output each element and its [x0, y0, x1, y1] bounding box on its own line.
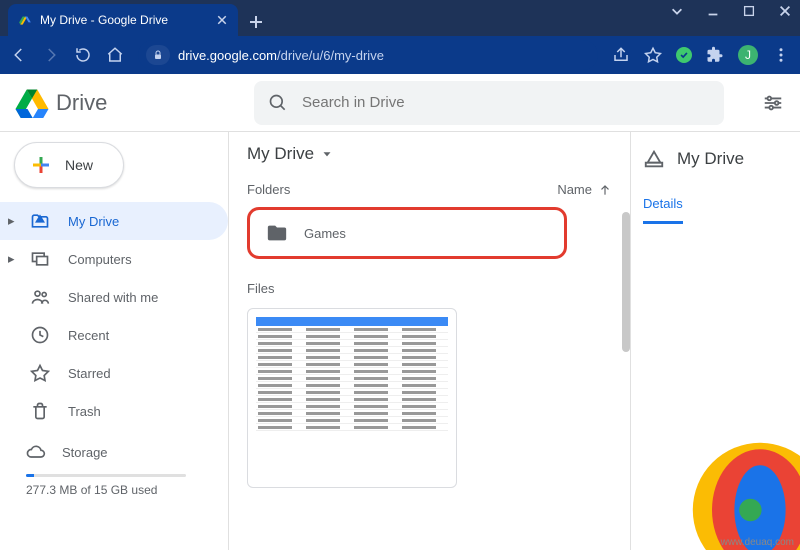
folder-name: Games — [304, 226, 346, 241]
home-icon[interactable] — [106, 46, 124, 64]
my-drive-icon — [30, 211, 50, 231]
new-tab-button[interactable] — [248, 14, 264, 30]
sidebar-item-label: Trash — [68, 404, 101, 419]
drive-header: Drive — [0, 74, 800, 132]
sidebar-item-label: My Drive — [68, 214, 119, 229]
browser-chrome: My Drive - Google Drive drive.google.com… — [0, 0, 800, 74]
details-panel: My Drive Details — [630, 132, 800, 550]
details-title: My Drive — [677, 149, 744, 169]
lock-icon[interactable] — [146, 45, 170, 65]
share-icon[interactable] — [612, 46, 630, 64]
sidebar: New ▸ My Drive ▸ Computers Shared with m… — [0, 132, 228, 550]
watermark: www.deuaq.com — [721, 537, 794, 548]
arrow-up-icon — [598, 183, 612, 197]
maximize-icon[interactable] — [742, 4, 756, 18]
computers-icon — [30, 249, 50, 269]
kebab-menu-icon[interactable] — [772, 46, 790, 64]
sidebar-item-label: Computers — [68, 252, 132, 267]
sidebar-item-computers[interactable]: ▸ Computers — [0, 240, 228, 278]
caret-right-icon: ▸ — [8, 213, 20, 229]
settings-sliders-icon[interactable] — [762, 92, 784, 114]
minimize-icon[interactable] — [706, 4, 720, 18]
new-button-label: New — [65, 157, 93, 173]
new-button[interactable]: New — [14, 142, 124, 188]
window-controls — [670, 4, 792, 18]
search-icon — [268, 93, 288, 113]
drive-favicon-icon — [18, 13, 32, 27]
folders-heading: Folders — [247, 182, 290, 197]
tab-strip: My Drive - Google Drive — [0, 0, 800, 36]
tab-details[interactable]: Details — [643, 196, 683, 224]
address-bar-row: drive.google.com/drive/u/6/my-drive J — [0, 36, 800, 74]
folder-item-games[interactable]: Games — [247, 207, 567, 259]
sidebar-item-label: Starred — [68, 366, 111, 381]
sort-button[interactable]: Name — [557, 182, 612, 197]
forward-icon[interactable] — [42, 46, 60, 64]
back-icon[interactable] — [10, 46, 28, 64]
star-icon — [30, 363, 50, 383]
storage-bar — [26, 474, 186, 477]
sidebar-item-starred[interactable]: Starred — [0, 354, 228, 392]
browser-tab[interactable]: My Drive - Google Drive — [8, 4, 238, 36]
trash-icon — [30, 401, 50, 421]
sidebar-item-recent[interactable]: Recent — [0, 316, 228, 354]
close-icon[interactable] — [778, 4, 792, 18]
reload-icon[interactable] — [74, 46, 92, 64]
cloud-icon — [26, 442, 46, 462]
caret-right-icon: ▸ — [8, 251, 20, 267]
people-icon — [30, 287, 50, 307]
scrollbar-thumb[interactable] — [622, 212, 630, 352]
breadcrumb[interactable]: My Drive — [247, 144, 612, 164]
main-content: My Drive Folders Name Games Files — [229, 132, 630, 550]
plus-icon — [29, 153, 53, 177]
storage-section[interactable]: Storage 277.3 MB of 15 GB used — [0, 442, 228, 497]
clock-icon — [30, 325, 50, 345]
url-text: drive.google.com/drive/u/6/my-drive — [178, 48, 384, 63]
sidebar-item-my-drive[interactable]: ▸ My Drive — [0, 202, 228, 240]
storage-label: Storage — [62, 445, 108, 460]
spreadsheet-preview — [256, 317, 448, 431]
storage-used: 277.3 MB of 15 GB used — [26, 483, 228, 497]
chevron-down-icon[interactable] — [670, 4, 684, 18]
sidebar-item-trash[interactable]: Trash — [0, 392, 228, 430]
product-name: Drive — [56, 90, 107, 116]
address-bar[interactable]: drive.google.com/drive/u/6/my-drive — [138, 40, 598, 70]
search-box[interactable] — [254, 81, 724, 125]
bookmark-star-icon[interactable] — [644, 46, 662, 64]
sidebar-item-shared[interactable]: Shared with me — [0, 278, 228, 316]
folder-icon — [266, 222, 288, 244]
caret-down-icon — [320, 147, 334, 161]
file-thumbnail[interactable] — [247, 308, 457, 488]
sidebar-item-label: Shared with me — [68, 290, 158, 305]
tab-close-icon[interactable] — [216, 14, 228, 26]
my-drive-outline-icon — [643, 148, 665, 170]
sidebar-item-label: Recent — [68, 328, 109, 343]
decorative-blob-icon — [680, 430, 800, 550]
tab-title: My Drive - Google Drive — [40, 13, 208, 27]
drive-logo-icon — [14, 85, 50, 121]
extensions-icon[interactable] — [706, 46, 724, 64]
profile-avatar[interactable]: J — [738, 45, 758, 65]
drive-logo[interactable]: Drive — [14, 85, 254, 121]
shield-check-icon[interactable] — [676, 47, 692, 63]
files-heading: Files — [247, 281, 274, 296]
search-input[interactable] — [302, 94, 710, 111]
